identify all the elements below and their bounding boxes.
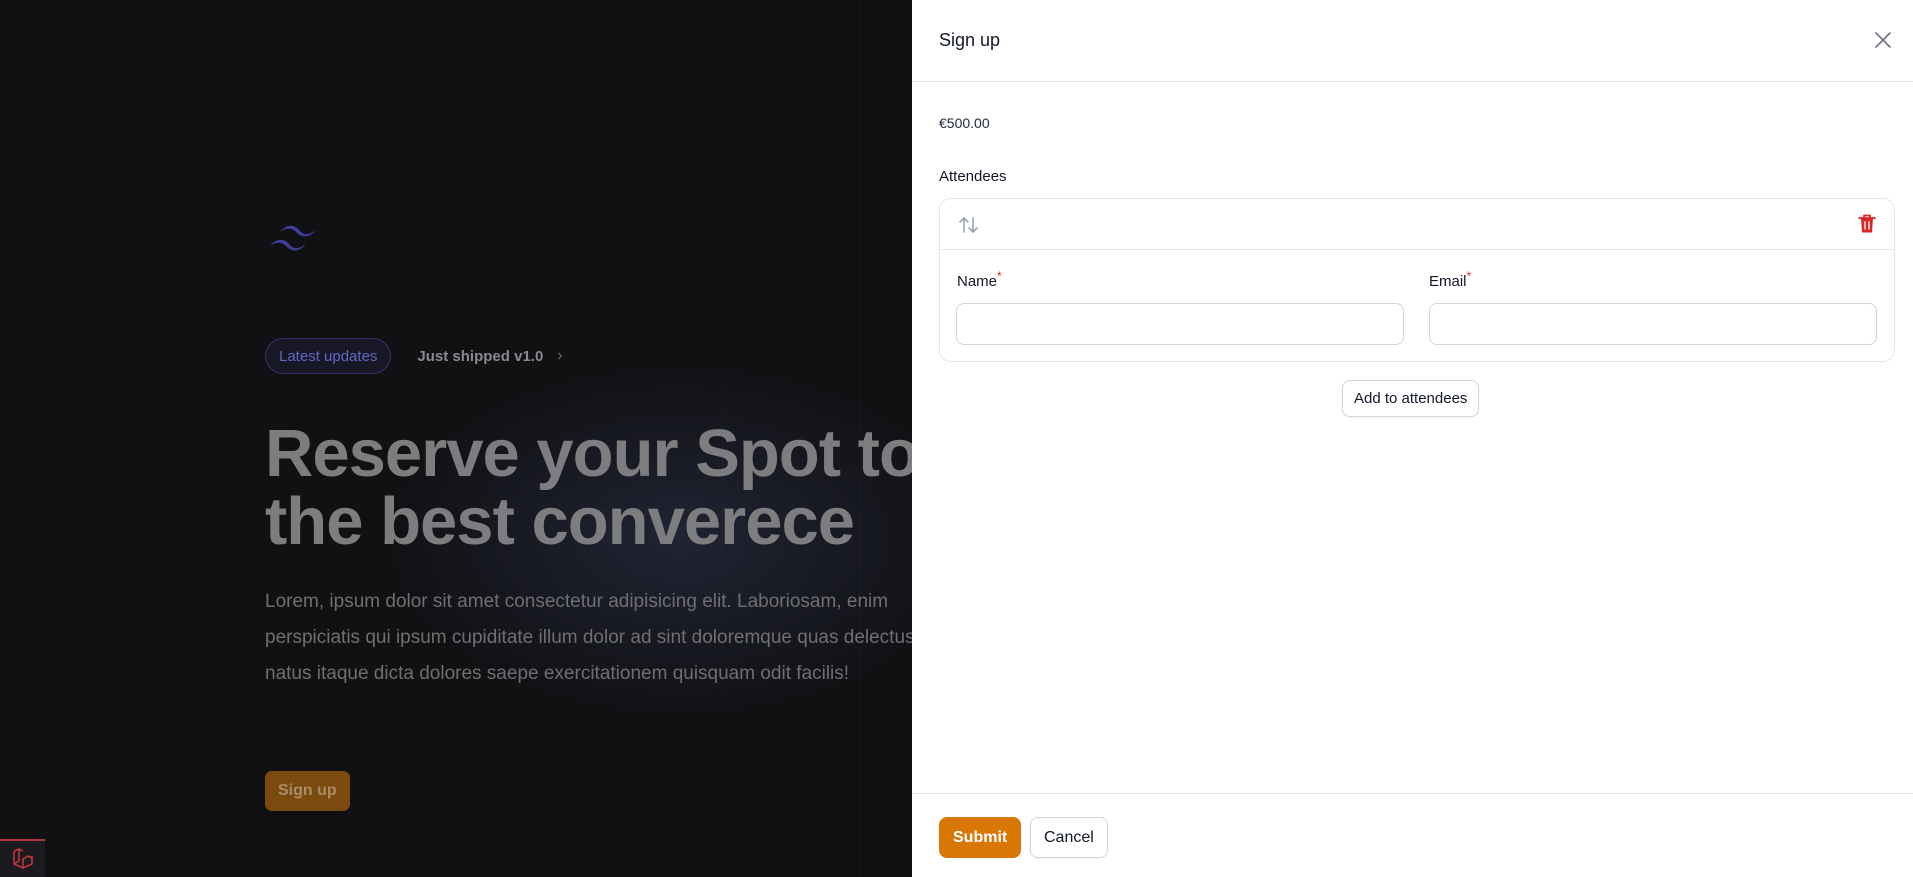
chevron-right-icon: › — [557, 347, 563, 364]
slideover-title: Sign up — [939, 30, 1001, 50]
required-marker: * — [1466, 269, 1472, 283]
email-field-label: Email* — [1429, 270, 1471, 290]
announcement-row: Latest updates Just shipped v1.0 › — [265, 338, 563, 374]
hero-signup-button[interactable]: Sign up — [265, 771, 350, 811]
trash-icon[interactable] — [1857, 213, 1877, 235]
laravel-debug-badge[interactable] — [0, 839, 45, 877]
slideover-header: Sign up — [912, 0, 1913, 82]
repeater-item-header — [940, 199, 1894, 250]
latest-updates-badge[interactable]: Latest updates — [265, 338, 392, 374]
slideover-footer: Submit Cancel — [912, 793, 1913, 877]
required-marker: * — [997, 269, 1002, 283]
name-field-label: Name* — [957, 270, 1002, 290]
hero-title: Reserve your Spot to the best converece — [265, 416, 920, 559]
name-input[interactable] — [956, 303, 1404, 345]
submit-button[interactable]: Submit — [939, 817, 1022, 858]
email-input[interactable] — [1429, 303, 1877, 345]
cancel-button[interactable]: Cancel — [1030, 817, 1108, 858]
just-shipped-label: Just shipped v1.0 — [417, 347, 544, 365]
signup-slideover: Sign up €500.00 Attendees Name* Email* A… — [912, 0, 1913, 877]
reorder-icon[interactable] — [958, 215, 980, 235]
price-text: €500.00 — [939, 115, 990, 131]
tailwind-logo-icon — [270, 225, 316, 251]
hero-description: Lorem, ipsum dolor sit amet consectetur … — [265, 591, 915, 684]
name-label-text: Name — [957, 273, 998, 290]
just-shipped-link[interactable]: Just shipped v1.0 › — [417, 347, 562, 365]
attendees-label: Attendees — [939, 168, 1007, 185]
laravel-logo-icon — [12, 848, 33, 869]
add-to-attendees-button[interactable]: Add to attendees — [1342, 380, 1480, 417]
email-label-text: Email — [1429, 273, 1467, 290]
close-icon[interactable] — [1872, 29, 1894, 51]
